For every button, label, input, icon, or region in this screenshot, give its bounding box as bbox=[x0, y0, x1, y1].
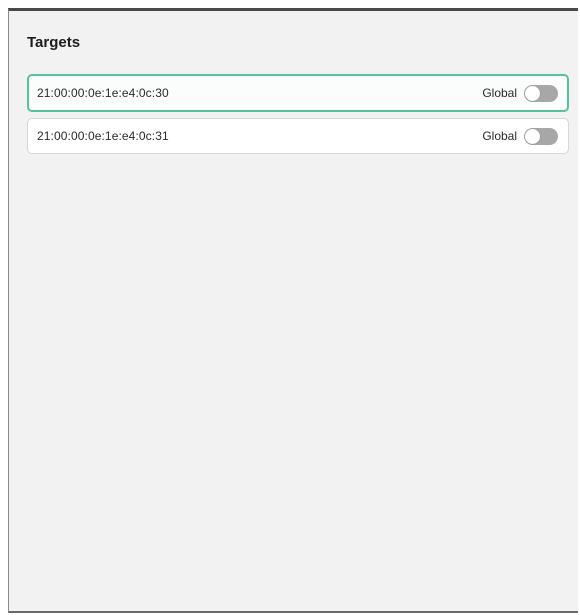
global-toggle[interactable] bbox=[524, 127, 558, 145]
global-toggle-group: Global bbox=[482, 127, 558, 145]
toggle-knob bbox=[525, 85, 540, 101]
target-wwn: 21:00:00:0e:1e:e4:0c:31 bbox=[37, 129, 169, 143]
target-list: 21:00:00:0e:1e:e4:0c:30 Global 21:00:00:… bbox=[27, 74, 569, 154]
panel-title: Targets bbox=[27, 34, 81, 51]
target-row[interactable]: 21:00:00:0e:1e:e4:0c:30 Global bbox=[27, 74, 569, 112]
targets-panel: Targets 21:00:00:0e:1e:e4:0c:30 Global 2… bbox=[8, 8, 578, 613]
global-label: Global bbox=[482, 86, 517, 100]
target-row[interactable]: 21:00:00:0e:1e:e4:0c:31 Global bbox=[27, 118, 569, 154]
toggle-knob bbox=[525, 128, 540, 144]
global-toggle[interactable] bbox=[524, 84, 558, 102]
global-label: Global bbox=[482, 129, 517, 143]
target-wwn: 21:00:00:0e:1e:e4:0c:30 bbox=[37, 86, 169, 100]
global-toggle-group: Global bbox=[482, 84, 558, 102]
